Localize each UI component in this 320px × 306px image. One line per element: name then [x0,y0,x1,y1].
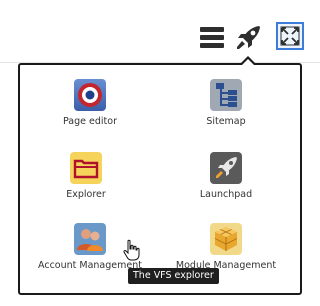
hand-pointer-cursor-icon [122,239,140,261]
menu-item-label: Launchpad [199,189,253,200]
sitemap-tree-icon [210,79,242,111]
tooltip: The VFS explorer [128,268,219,284]
menu-item-label: Page editor [63,116,117,127]
target-roundel-icon [74,79,106,111]
module-cube-icon [210,223,242,255]
menu-item-explorer[interactable]: Explorer [16,151,156,200]
rocket-icon [237,26,260,49]
folder-icon [70,152,102,184]
top-toolbar [0,0,320,63]
hamburger-bar [200,43,224,48]
expand-arrows-icon [280,26,300,46]
menu-item-label: Explorer [66,189,106,200]
menu-item-module-management[interactable]: Module Management [156,222,296,271]
hamburger-menu-icon[interactable] [200,27,224,49]
launchpad-toolbar-button[interactable] [232,22,264,54]
menu-item-sitemap[interactable]: Sitemap [156,78,296,127]
menu-item-label: Sitemap [206,116,246,127]
hamburger-bar [200,35,224,40]
menu-item-launchpad[interactable]: Launchpad [156,151,296,200]
fullscreen-toggle-button[interactable] [276,22,304,50]
users-icon [74,223,106,255]
rocket-icon [210,152,242,184]
launch-menu-panel: Page editor Sitemap Explorer Launchpad A… [18,63,302,295]
menu-pointer-inner [242,59,254,65]
menu-item-page-editor[interactable]: Page editor [20,78,160,127]
hamburger-bar [200,27,224,32]
